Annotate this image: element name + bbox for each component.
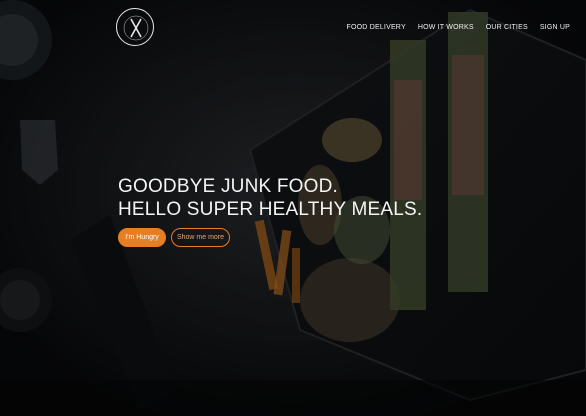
hero-headline: GOODBYE JUNK FOOD. HELLO SUPER HEALTHY M…	[118, 175, 422, 221]
headline-line-2: HELLO SUPER HEALTHY MEALS.	[118, 199, 423, 220]
nav-our-cities[interactable]: OUR CITIES	[486, 24, 528, 31]
nav-how-it-works[interactable]: HOW IT WORKS	[418, 24, 474, 31]
fork-knife-icon	[123, 15, 149, 41]
im-hungry-button[interactable]: I'm Hungry	[118, 228, 166, 247]
show-me-more-button[interactable]: Show me more	[171, 228, 230, 247]
nav-food-delivery[interactable]: FOOD DELIVERY	[347, 24, 406, 31]
main-nav: FOOD DELIVERY HOW IT WORKS OUR CITIES SI…	[347, 24, 570, 31]
hero-section: FOOD DELIVERY HOW IT WORKS OUR CITIES SI…	[0, 0, 586, 416]
headline-line-1: GOODBYE JUNK FOOD.	[118, 176, 339, 197]
nav-sign-up[interactable]: SIGN UP	[540, 24, 570, 31]
logo[interactable]	[116, 8, 154, 46]
